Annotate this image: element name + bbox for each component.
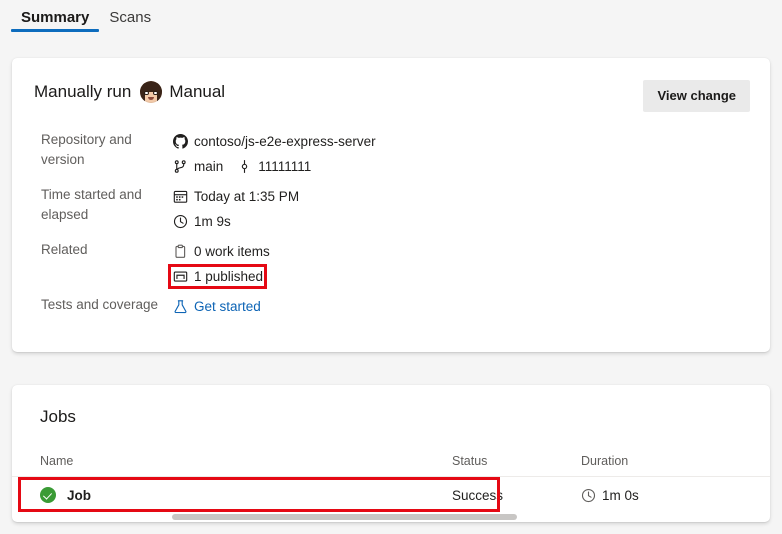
published-artifacts-value[interactable]: 1 published [168,263,267,289]
run-header: Manually run Manual [34,80,225,104]
detail-row-time: Time started and elapsed Today at 1:35 P… [41,185,641,232]
github-icon [173,133,188,149]
run-details: Repository and version contoso/js-e2e-ex… [41,130,641,325]
jobs-title: Jobs [40,407,76,426]
run-actor: Manual [169,82,226,101]
success-check-icon [40,487,56,503]
column-header-name: Name [40,453,74,468]
job-name-cell[interactable]: Job [40,487,452,503]
published-artifacts-line: 1 published [168,263,641,289]
user-avatar-icon [140,81,163,103]
version-value[interactable]: main 11111111 [173,155,641,177]
repository-value[interactable]: contoso/js-e2e-express-server [173,130,641,152]
work-items-count: 0 work items [194,243,270,259]
tab-summary[interactable]: Summary [11,0,100,38]
branch-name: main [194,158,224,174]
tab-scans-label: Scans [109,9,152,26]
tests-get-started-link[interactable]: Get started [194,299,261,314]
detail-label: Related [41,242,88,257]
published-count: 1 published [194,268,264,284]
detail-label: Repository and version [41,132,132,167]
clock-icon [581,488,596,503]
detail-label: Tests and coverage [41,297,159,312]
clipboard-icon [173,244,188,259]
tab-scans[interactable]: Scans [99,0,161,38]
tab-bar: Summary Scans [0,0,782,46]
beaker-icon [173,299,188,314]
detail-row-tests: Tests and coverage Get started [41,295,641,317]
run-title: Manually run [34,82,132,101]
job-duration-cell: 1m 0s [581,488,742,503]
detail-row-repository: Repository and version contoso/js-e2e-ex… [41,130,641,177]
jobs-table: Name Status Duration Job Success 1m 0s [12,445,770,513]
detail-label: Time started and elapsed [41,187,142,222]
column-header-status: Status [452,453,488,468]
job-name: Job [67,487,92,503]
repository-name: contoso/js-e2e-express-server [194,133,376,149]
branch-icon [173,159,188,174]
elapsed-value: 1m 9s [173,210,641,232]
work-items-value[interactable]: 0 work items [173,240,641,262]
artifact-icon [173,269,188,284]
commit-sha: 11111111 [258,158,312,174]
table-row[interactable]: Job Success 1m 0s [12,477,770,513]
elapsed-time: 1m 9s [194,213,231,229]
summary-card: Manually run Manual View change Reposito… [12,58,770,352]
column-header-duration: Duration [581,453,629,468]
start-time: Today at 1:35 PM [194,188,300,204]
tests-value[interactable]: Get started [173,295,641,317]
calendar-icon [173,189,188,204]
view-change-button[interactable]: View change [643,80,750,112]
clock-icon [173,214,188,229]
commit-icon [237,159,252,174]
jobs-table-header: Name Status Duration [12,445,770,477]
job-status: Success [452,487,504,503]
start-time-value: Today at 1:35 PM [173,185,641,207]
detail-row-related: Related 0 work items 1 published [41,240,641,289]
jobs-card: Jobs Name Status Duration Job Success 1m… [12,385,770,522]
tab-summary-label: Summary [21,9,90,26]
job-duration: 1m 0s [602,487,639,503]
horizontal-scrollbar[interactable] [172,514,517,520]
